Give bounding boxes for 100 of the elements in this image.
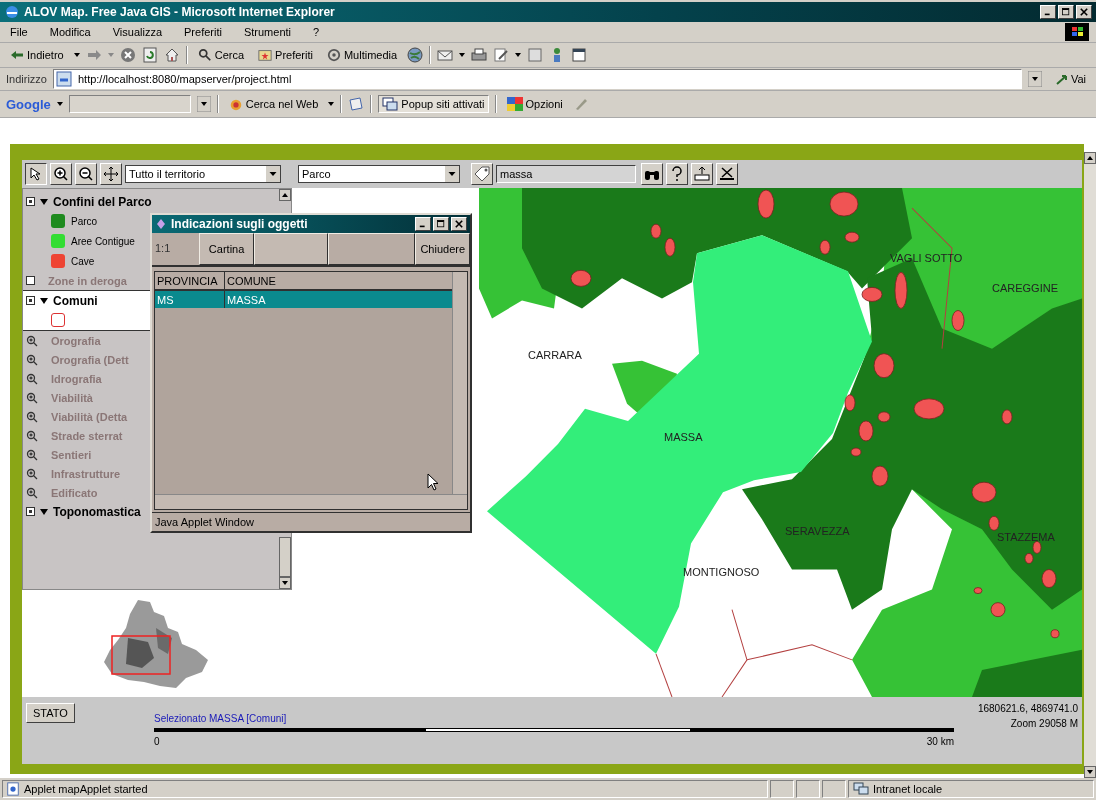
minimize-button[interactable]: [415, 217, 431, 231]
status-bar-cell: [822, 780, 846, 798]
menu-item[interactable]: File: [10, 26, 28, 38]
scrollbar[interactable]: [452, 272, 467, 495]
caret-icon[interactable]: [515, 53, 522, 57]
mail-icon[interactable]: [437, 47, 454, 63]
caret-icon[interactable]: [328, 102, 335, 106]
maximize-icon: [437, 220, 445, 228]
scale-end-label: 30 km: [926, 736, 954, 747]
place-label: STAZZEMA: [997, 531, 1055, 544]
popup-blocker-button[interactable]: Popup siti attivati: [378, 95, 489, 113]
address-field[interactable]: http://localhost:8080/mapserver/project.html: [52, 69, 1022, 89]
menu-item[interactable]: Strumenti: [243, 26, 291, 38]
media-button[interactable]: Multimedia: [322, 46, 402, 64]
zoom-icon[interactable]: [26, 391, 38, 404]
window-icon[interactable]: [571, 47, 588, 63]
globe-icon[interactable]: [407, 47, 424, 63]
mouse-pointer-icon: [427, 473, 439, 491]
layer-group-label[interactable]: Comuni: [53, 293, 98, 308]
zoom-icon[interactable]: [26, 353, 38, 366]
favorites-button[interactable]: Preferiti: [254, 46, 317, 64]
google-logo[interactable]: Google: [6, 96, 51, 112]
layer-dropdown[interactable]: Parco: [298, 165, 460, 183]
zoom-icon[interactable]: [26, 448, 38, 461]
windows-logo-icon: [1064, 23, 1090, 41]
options-button[interactable]: Opzioni: [502, 95, 567, 113]
zoom-icon[interactable]: [26, 486, 38, 499]
tag-button[interactable]: [471, 163, 493, 185]
close-button[interactable]: [451, 217, 467, 231]
back-button[interactable]: Indietro: [6, 47, 68, 63]
news-icon[interactable]: [348, 96, 365, 112]
minimize-button[interactable]: [1040, 5, 1056, 19]
column-header[interactable]: PROVINCIA: [155, 272, 225, 289]
web-search-button[interactable]: Cerca nel Web: [224, 95, 323, 113]
zoom-icon[interactable]: [26, 410, 38, 423]
refresh-icon[interactable]: [141, 47, 158, 63]
close-button[interactable]: [1076, 5, 1092, 19]
clear-button[interactable]: [716, 163, 738, 185]
home-icon[interactable]: [163, 47, 180, 63]
layer-group-label[interactable]: Confini del Parco: [53, 194, 152, 209]
select-tool-button[interactable]: [25, 163, 47, 185]
search-button[interactable]: Cerca: [193, 46, 249, 64]
search-field[interactable]: massa: [496, 165, 636, 183]
caret-icon[interactable]: [73, 53, 80, 57]
selection-text: Selezionato MASSA [Comuni]: [154, 713, 288, 724]
print-icon[interactable]: [471, 47, 488, 63]
layer-checkbox[interactable]: [26, 296, 35, 305]
maximize-button[interactable]: [1058, 5, 1074, 19]
legend-label: Cave: [71, 255, 95, 267]
scroll-up-button[interactable]: [1084, 152, 1096, 164]
caret-icon[interactable]: [459, 53, 466, 57]
expand-triangle-icon[interactable]: [40, 198, 48, 205]
caret-icon[interactable]: [56, 102, 63, 106]
stop-icon[interactable]: [119, 47, 136, 63]
export-button[interactable]: [691, 163, 713, 185]
pan-button[interactable]: [100, 163, 122, 185]
upload-icon: [693, 166, 711, 182]
column-header[interactable]: COMUNE: [225, 272, 276, 289]
address-label: Indirizzo: [6, 73, 47, 85]
help-button[interactable]: [666, 163, 688, 185]
layer-group-label[interactable]: Toponomastica: [53, 504, 141, 519]
extent-dropdown[interactable]: Tutto il territorio: [125, 165, 281, 183]
table-row[interactable]: MS MASSA: [155, 291, 453, 308]
binoculars-button[interactable]: [641, 163, 663, 185]
zoom-out-button[interactable]: [75, 163, 97, 185]
menu-item[interactable]: Preferiti: [184, 26, 222, 38]
menu-item[interactable]: ?: [313, 26, 320, 38]
java-icon: [155, 218, 167, 230]
question-mark-icon: [671, 166, 683, 182]
map-button[interactable]: Cartina: [199, 233, 254, 265]
place-label: CARRARA: [528, 348, 582, 361]
zoom-in-button[interactable]: [50, 163, 72, 185]
expand-triangle-icon[interactable]: [40, 508, 48, 515]
zoom-icon[interactable]: [26, 429, 38, 442]
scrollbar[interactable]: [155, 494, 467, 509]
zoom-icon[interactable]: [26, 467, 38, 480]
layer-checkbox[interactable]: [26, 197, 35, 206]
dropdown-arrow-icon[interactable]: [196, 96, 211, 112]
edit-icon[interactable]: [493, 47, 510, 63]
zoom-icon[interactable]: [26, 372, 38, 385]
place-label: CAREGGINE: [992, 282, 1058, 295]
window-title: ALOV Map. Free Java GIS - Microsoft Internet Explorer: [24, 5, 336, 19]
menu-item[interactable]: Visualizza: [112, 26, 163, 38]
scrollbar-thumb[interactable]: [279, 537, 291, 577]
status-button[interactable]: STATO: [26, 703, 75, 723]
go-button[interactable]: Vai: [1051, 71, 1090, 87]
menu-item[interactable]: Modifica: [49, 26, 91, 38]
page-scrollbar[interactable]: [1084, 152, 1096, 778]
google-search-field[interactable]: [68, 95, 191, 113]
scroll-down-button[interactable]: [1084, 766, 1096, 778]
layer-checkbox[interactable]: [26, 507, 35, 516]
zoom-in-icon: [53, 166, 69, 182]
dropdown-arrow-icon[interactable]: [1027, 71, 1042, 87]
scroll-up-button[interactable]: [279, 189, 291, 201]
scroll-down-button[interactable]: [279, 577, 291, 589]
zoom-icon[interactable]: [26, 334, 38, 347]
close-window-button[interactable]: Chiudere: [415, 233, 470, 265]
expand-triangle-icon[interactable]: [40, 297, 48, 304]
maximize-button[interactable]: [433, 217, 449, 231]
layer-checkbox[interactable]: [26, 276, 35, 285]
